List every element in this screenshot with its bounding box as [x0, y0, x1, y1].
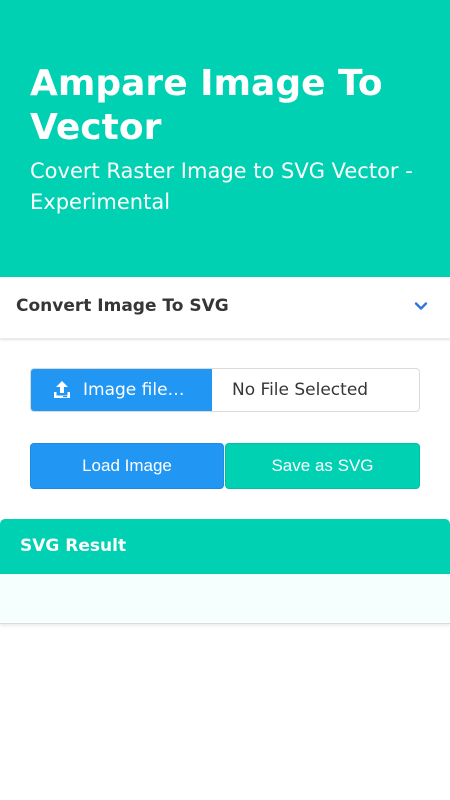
load-image-button[interactable]: Load Image: [30, 443, 224, 489]
svg-result-panel: [0, 574, 450, 624]
image-file-label: Image file…: [83, 380, 185, 400]
selected-file-name: No File Selected: [232, 380, 369, 400]
converter-card-header[interactable]: Convert Image To SVG: [0, 277, 450, 339]
page-title: Ampare Image To Vector: [30, 63, 383, 148]
page-subtitle: Covert Raster Image to SVG Vector - Expe…: [30, 159, 413, 214]
svg-result-header: SVG Result: [0, 519, 450, 574]
chevron-down-icon[interactable]: [414, 299, 428, 313]
hero-banner: Ampare Image To Vector Covert Raster Ima…: [0, 0, 450, 277]
upload-icon: [54, 381, 70, 398]
image-file-input[interactable]: Image file… No File Selected: [30, 368, 420, 412]
svg-result-title: SVG Result: [20, 536, 127, 556]
converter-card-title: Convert Image To SVG: [16, 296, 229, 316]
save-svg-button[interactable]: Save as SVG: [225, 443, 420, 489]
image-file-button[interactable]: Image file…: [31, 369, 212, 411]
